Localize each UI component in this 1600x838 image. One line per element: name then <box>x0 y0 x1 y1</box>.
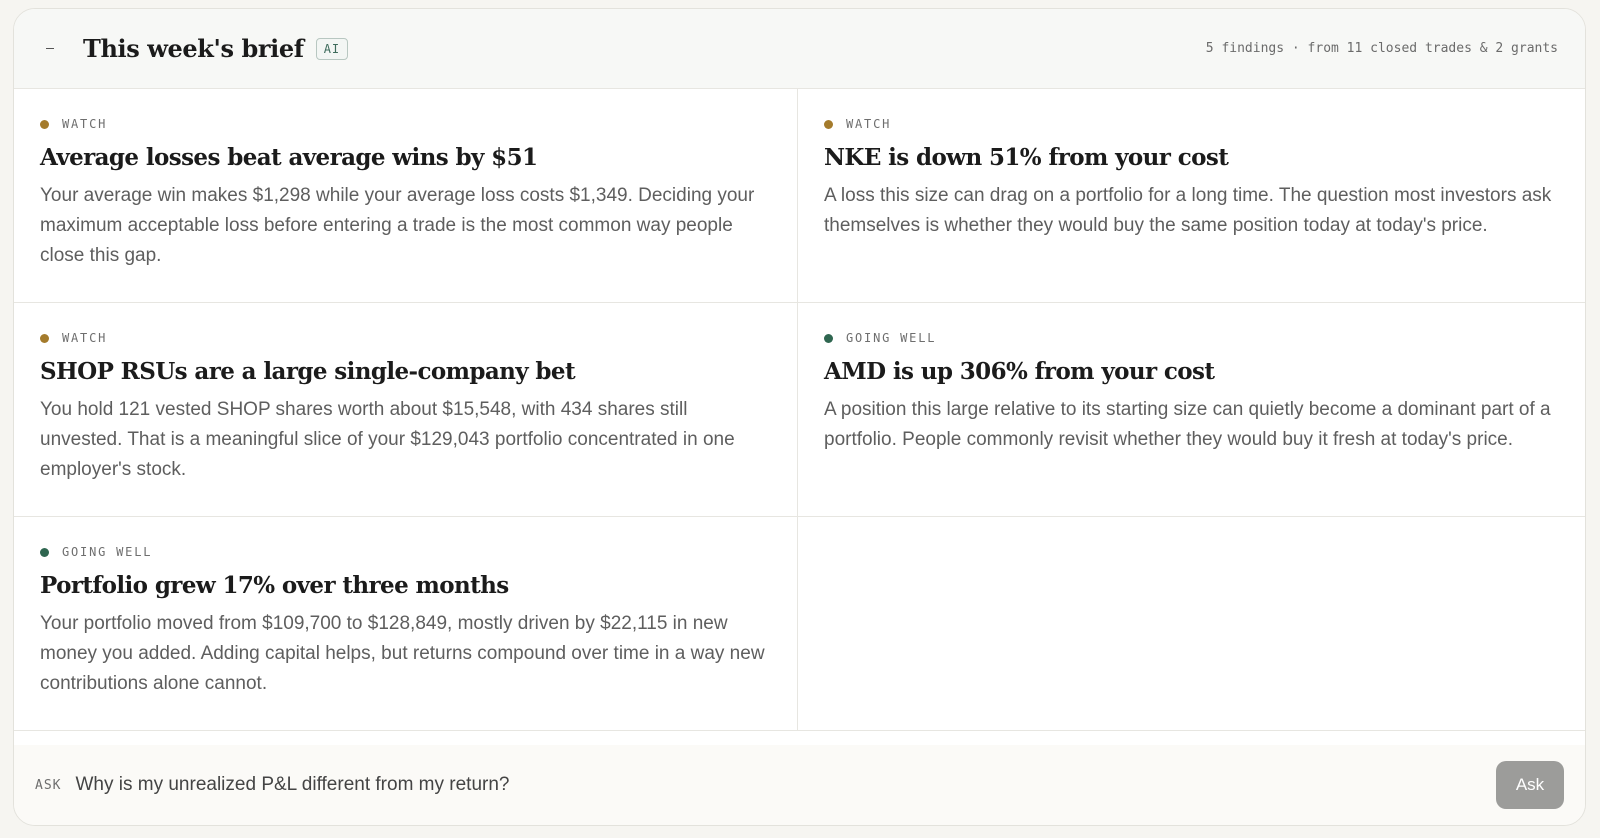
finding-title: Average losses beat average wins by $51 <box>40 144 538 171</box>
finding-body: A position this large relative to its st… <box>824 399 1551 450</box>
status-dot-icon <box>40 333 49 343</box>
status-label: WATCH <box>62 331 108 345</box>
status-label: WATCH <box>846 117 892 131</box>
brief-title: This week's brief <box>83 34 304 63</box>
finding-title: NKE is down 51% from your cost <box>824 144 1229 171</box>
weekly-brief-card: This week's brief AI 5 findings · from 1… <box>13 8 1586 826</box>
status-row: GOING WELL <box>824 331 1559 345</box>
status-label: GOING WELL <box>62 545 153 559</box>
finding-title: SHOP RSUs are a large single-company bet <box>40 358 576 385</box>
empty-cell <box>798 517 1585 731</box>
findings-summary: 5 findings · from 11 closed trades & 2 g… <box>1205 41 1558 56</box>
finding-body: Your portfolio moved from $109,700 to $1… <box>40 613 765 694</box>
status-row: GOING WELL <box>40 545 771 559</box>
status-row: WATCH <box>40 117 771 131</box>
status-row: WATCH <box>40 331 771 345</box>
brief-header: This week's brief AI 5 findings · from 1… <box>14 9 1585 89</box>
ask-bar: ASK Ask <box>14 745 1585 825</box>
finding-body: A loss this size can drag on a portfolio… <box>824 185 1552 236</box>
finding-title: Portfolio grew 17% over three months <box>40 572 509 599</box>
minus-icon[interactable] <box>40 39 60 59</box>
ask-button[interactable]: Ask <box>1496 761 1564 809</box>
finding-title: AMD is up 306% from your cost <box>824 358 1215 385</box>
status-label: GOING WELL <box>846 331 937 345</box>
finding-body: You hold 121 vested SHOP shares worth ab… <box>40 399 735 480</box>
status-label: WATCH <box>62 117 108 131</box>
finding-card: GOING WELL AMD is up 306% from your cost… <box>798 303 1585 517</box>
findings-grid: WATCH Average losses beat average wins b… <box>14 89 1585 731</box>
finding-card: WATCH NKE is down 51% from your cost A l… <box>798 89 1585 303</box>
status-dot-icon <box>824 333 833 343</box>
ai-badge: AI <box>315 37 349 60</box>
ask-label: ASK <box>35 777 62 793</box>
finding-card: WATCH SHOP RSUs are a large single-compa… <box>14 303 798 517</box>
finding-body: Your average win makes $1,298 while your… <box>40 185 755 266</box>
status-row: WATCH <box>824 117 1559 131</box>
status-dot-icon <box>40 547 49 557</box>
ask-input[interactable] <box>75 774 1496 796</box>
status-dot-icon <box>40 119 49 129</box>
finding-card: GOING WELL Portfolio grew 17% over three… <box>14 517 798 731</box>
finding-card: WATCH Average losses beat average wins b… <box>14 89 798 303</box>
status-dot-icon <box>824 119 833 129</box>
